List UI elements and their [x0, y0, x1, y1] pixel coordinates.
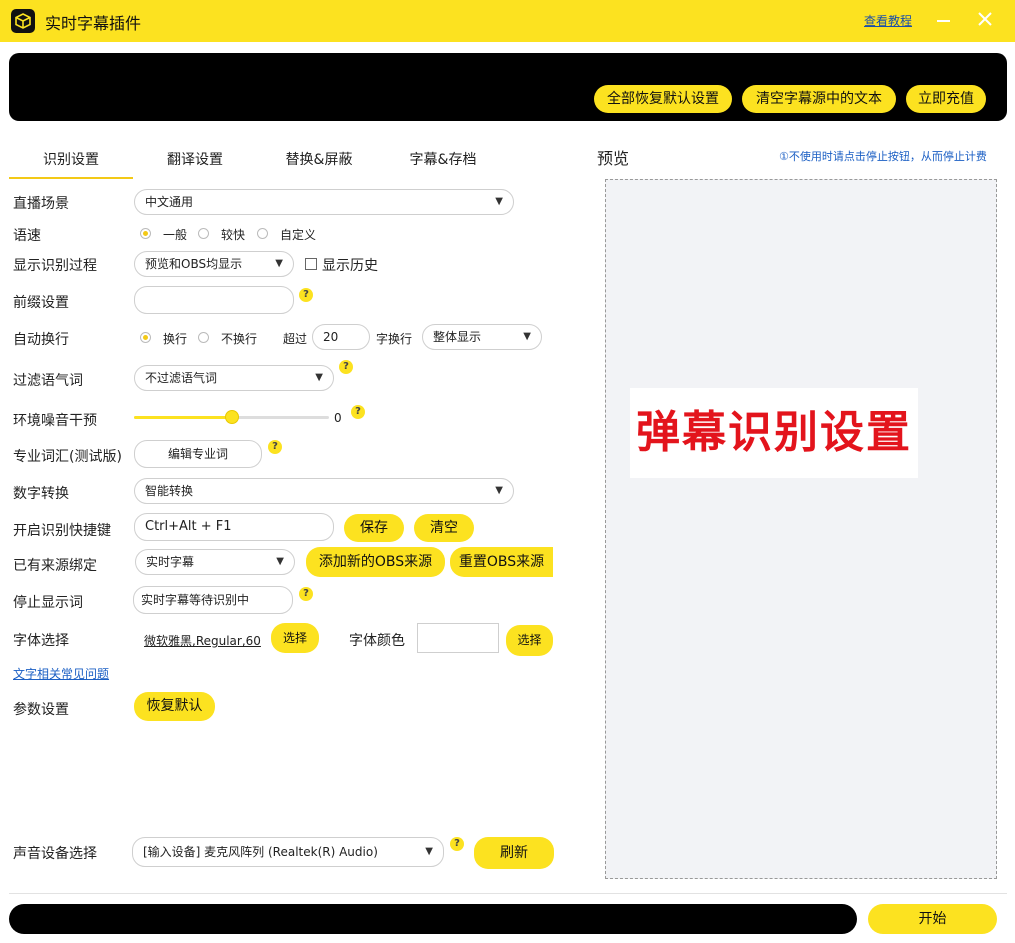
wrap-on-radio[interactable] — [140, 332, 151, 343]
chevron-down-icon: ▼ — [495, 196, 503, 207]
font-color-swatch[interactable] — [417, 623, 499, 653]
number-value: 智能转换 — [145, 484, 194, 498]
noise-slider[interactable] — [134, 410, 329, 424]
speed-custom-label: 自定义 — [280, 228, 317, 242]
wrap-off-label: 不换行 — [221, 332, 258, 346]
noise-slider-fill — [134, 416, 232, 419]
audio-device-label: 声音设备选择 — [13, 846, 97, 862]
text-faq-link[interactable]: 文字相关常见问题 — [13, 665, 109, 682]
noise-label: 环境噪音干预 — [13, 413, 97, 429]
source-value: 实时字幕 — [146, 555, 195, 569]
show-process-value: 预览和OBS均显示 — [145, 257, 243, 271]
chevron-down-icon: ▼ — [495, 485, 503, 496]
save-hotkey-button[interactable]: 保存 — [344, 514, 404, 542]
audio-device-value: [输入设备] 麦克风阵列 (Realtek(R) Audio) — [143, 845, 378, 859]
add-obs-source-button[interactable]: 添加新的OBS来源 — [306, 547, 445, 577]
preview-title: 预览 — [597, 149, 630, 168]
restore-default-button[interactable]: 恢复默认 — [134, 692, 215, 721]
show-process-label: 显示识别过程 — [13, 258, 97, 274]
speed-normal-radio[interactable] — [140, 228, 151, 239]
tab-translation[interactable]: 翻译设置 — [133, 149, 257, 179]
display-mode-value: 整体显示 — [433, 330, 482, 344]
clear-subtitle-text-button[interactable]: 清空字幕源中的文本 — [742, 85, 896, 113]
stop-word-label: 停止显示词 — [13, 595, 83, 611]
edit-vocab-button[interactable]: 编辑专业词 — [134, 440, 262, 468]
status-bar — [9, 904, 857, 934]
filler-value: 不过滤语气词 — [145, 371, 218, 385]
tab-recognition[interactable]: 识别设置 — [9, 149, 133, 179]
app-logo-icon — [11, 9, 35, 33]
help-icon[interactable]: ? — [268, 440, 282, 454]
exceed-label: 超过 — [283, 332, 308, 346]
help-icon[interactable]: ? — [450, 837, 464, 851]
active-tab-indicator — [9, 177, 133, 179]
filler-select[interactable]: 不过滤语气词 ▼ — [134, 365, 334, 391]
vocab-label: 专业词汇(测试版) — [13, 449, 122, 465]
minimize-icon[interactable] — [937, 20, 950, 22]
select-font-button[interactable]: 选择 — [271, 623, 319, 653]
wrap-label: 自动换行 — [13, 332, 69, 348]
scene-label: 直播场景 — [13, 196, 69, 212]
noise-slider-thumb[interactable] — [224, 410, 239, 424]
speed-fast-label: 较快 — [221, 228, 246, 242]
number-select[interactable]: 智能转换 ▼ — [134, 478, 514, 504]
wrap-on-label: 换行 — [163, 332, 188, 346]
show-process-select[interactable]: 预览和OBS均显示 ▼ — [134, 251, 294, 277]
source-label: 已有来源绑定 — [13, 558, 97, 574]
speed-custom-radio[interactable] — [257, 228, 268, 239]
speed-normal-label: 一般 — [163, 228, 188, 242]
chevron-down-icon: ▼ — [315, 372, 323, 383]
select-font-color-button[interactable]: 选择 — [506, 625, 553, 656]
chevron-down-icon: ▼ — [425, 846, 433, 857]
font-value: 微软雅黑,Regular,60 — [144, 634, 261, 648]
tutorial-link[interactable]: 查看教程 — [864, 12, 912, 29]
preview-subtitle-image: 弹幕识别设置 — [630, 388, 918, 478]
params-label: 参数设置 — [13, 702, 69, 718]
title-bar: 实时字幕插件 查看教程 — [0, 0, 1015, 42]
speed-label: 语速 — [13, 228, 41, 244]
number-label: 数字转换 — [13, 486, 69, 502]
preview-area — [605, 179, 997, 879]
source-select[interactable]: 实时字幕 ▼ — [135, 549, 295, 575]
chevron-down-icon: ▼ — [276, 556, 284, 567]
scene-select[interactable]: 中文通用 ▼ — [134, 189, 514, 215]
preview-billing-note: ①不使用时请点击停止按钮，从而停止计费 — [779, 150, 987, 163]
app-title: 实时字幕插件 — [45, 14, 142, 33]
font-label: 字体选择 — [13, 633, 69, 649]
wrap-chars-input[interactable]: 20 — [312, 324, 370, 350]
speed-fast-radio[interactable] — [198, 228, 209, 239]
chars-wrap-label: 字换行 — [376, 332, 413, 346]
show-history-label: 显示历史 — [322, 258, 378, 274]
tab-replace-block[interactable]: 替换&屏蔽 — [257, 149, 381, 179]
display-mode-select[interactable]: 整体显示 ▼ — [422, 324, 542, 350]
refresh-audio-button[interactable]: 刷新 — [474, 837, 554, 869]
tab-subtitle-archive[interactable]: 字幕&存档 — [381, 149, 505, 179]
reset-all-button[interactable]: 全部恢复默认设置 — [594, 85, 732, 113]
scene-value: 中文通用 — [145, 195, 194, 209]
chevron-down-icon: ▼ — [523, 331, 531, 342]
reset-obs-source-button[interactable]: 重置OBS来源 — [450, 547, 553, 577]
close-icon[interactable] — [976, 10, 994, 28]
chevron-down-icon: ▼ — [275, 258, 283, 269]
wrap-off-radio[interactable] — [198, 332, 209, 343]
show-history-checkbox[interactable] — [305, 258, 317, 270]
noise-value: 0 — [334, 411, 342, 425]
recharge-button[interactable]: 立即充值 — [906, 85, 986, 113]
help-icon[interactable]: ? — [339, 360, 353, 374]
footer-divider — [9, 893, 1007, 894]
audio-device-select[interactable]: [输入设备] 麦克风阵列 (Realtek(R) Audio) ▼ — [132, 837, 444, 867]
filler-label: 过滤语气词 — [13, 373, 83, 389]
hotkey-label: 开启识别快捷键 — [13, 523, 111, 539]
prefix-label: 前缀设置 — [13, 295, 69, 311]
hotkey-input[interactable]: Ctrl+Alt + F1 — [134, 513, 334, 541]
stop-word-input[interactable]: 实时字幕等待识别中 — [133, 586, 293, 614]
help-icon[interactable]: ? — [351, 405, 365, 419]
help-icon[interactable]: ? — [299, 288, 313, 302]
help-icon[interactable]: ? — [299, 587, 313, 601]
clear-hotkey-button[interactable]: 清空 — [414, 514, 474, 542]
prefix-input[interactable] — [134, 286, 294, 314]
font-color-label: 字体颜色 — [349, 633, 405, 649]
start-button[interactable]: 开始 — [868, 904, 997, 934]
